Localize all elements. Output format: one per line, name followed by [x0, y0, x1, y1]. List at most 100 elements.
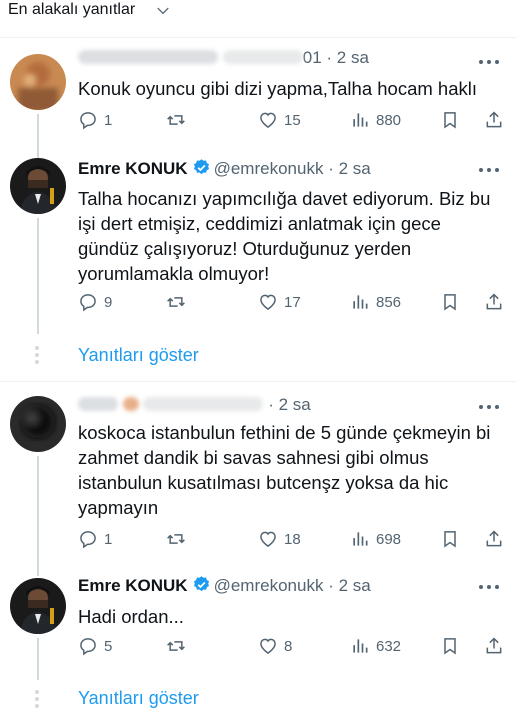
tweet-actions: 1 15 880 [78, 108, 508, 132]
more-icon[interactable] [479, 583, 501, 591]
bookmark-button[interactable] [440, 108, 460, 132]
view-count: 632 [376, 637, 402, 655]
reply-count: 1 [104, 530, 113, 548]
retweet-icon [167, 641, 185, 651]
view-count: 880 [376, 111, 402, 129]
tweet-meta: Emre KONUK @emrekonukk · 2 sa [78, 576, 371, 595]
tweet-time[interactable]: 2 sa [279, 395, 311, 414]
avatar-blurred[interactable] [10, 54, 66, 110]
tweet-time[interactable]: 2 sa [339, 576, 371, 595]
retweet-icon [167, 115, 185, 125]
reply-icon [80, 638, 96, 656]
share-button[interactable] [484, 108, 504, 132]
tweet-text: koskoca istanbulun fethini de 5 günde çe… [78, 422, 491, 518]
view-count: 698 [376, 530, 402, 548]
like-count: 8 [284, 637, 293, 655]
bookmark-button[interactable] [440, 527, 460, 551]
divider [0, 381, 517, 382]
thread-line [37, 456, 39, 576]
views-icon [353, 295, 368, 309]
blurred-author-name[interactable] [78, 397, 118, 411]
more-icon[interactable] [479, 403, 501, 411]
show-replies-link[interactable]: Yanıtları göster [78, 345, 199, 366]
retweet-button[interactable] [166, 527, 192, 551]
reply-icon [80, 294, 96, 312]
avatar-emre-konuk[interactable] [10, 158, 66, 214]
reply-button[interactable]: 1 [78, 108, 112, 132]
verified-badge-icon [193, 159, 209, 175]
thread-continuation-dots [35, 690, 39, 711]
sort-label[interactable]: En alakalı yanıtlar [8, 1, 135, 19]
views-button[interactable]: 856 [350, 290, 401, 314]
like-button[interactable]: 18 [258, 527, 301, 551]
view-count: 856 [376, 293, 402, 311]
more-icon[interactable] [479, 166, 501, 174]
share-icon [486, 293, 502, 310]
retweet-icon [167, 534, 185, 544]
tweet-actions: 1 18 698 [78, 527, 508, 551]
retweet-icon [167, 297, 185, 307]
bookmark-button[interactable] [440, 634, 460, 658]
views-icon [353, 532, 368, 546]
thread-line [37, 218, 39, 334]
like-icon [260, 638, 276, 654]
bookmark-button[interactable] [440, 290, 460, 314]
like-button[interactable]: 8 [258, 634, 292, 658]
share-icon [486, 530, 502, 547]
share-icon [486, 111, 502, 128]
blurred-author-name[interactable] [78, 50, 218, 64]
reply-count: 1 [104, 111, 113, 129]
reply-button[interactable]: 5 [78, 634, 112, 658]
views-button[interactable]: 880 [350, 108, 401, 132]
like-count: 15 [284, 111, 301, 129]
tweet-meta: 01 · 2 sa [78, 48, 369, 72]
author-name[interactable]: Emre KONUK [78, 159, 188, 178]
tweet-actions: 9 17 856 [78, 290, 508, 314]
author-handle[interactable]: @emrekonukk [214, 576, 324, 595]
blurred-author-handle[interactable] [143, 397, 264, 411]
blurred-emoji [122, 397, 139, 411]
reply-icon [80, 531, 96, 549]
reply-count: 5 [104, 637, 113, 655]
show-replies-link[interactable]: Yanıtları göster [78, 688, 199, 709]
share-button[interactable] [484, 290, 504, 314]
retweet-button[interactable] [166, 108, 192, 132]
bookmark-icon [444, 294, 456, 311]
blurred-author-handle[interactable] [222, 50, 303, 64]
like-icon [260, 531, 276, 547]
author-handle[interactable]: @emrekonukk [214, 159, 324, 178]
avatar-emre-konuk[interactable] [10, 578, 66, 634]
retweet-button[interactable] [166, 634, 192, 658]
bookmark-icon [444, 531, 456, 548]
like-icon [260, 294, 276, 310]
author-name[interactable]: Emre KONUK [78, 576, 188, 595]
thread-continuation-dots [35, 346, 39, 367]
views-button[interactable]: 632 [350, 634, 401, 658]
views-icon [353, 113, 368, 127]
chevron-down-icon[interactable] [156, 4, 170, 18]
tweet-text: Konuk oyuncu gibi dizi yapma,Talha hocam… [78, 78, 478, 99]
tweet-text: Talha hocanızı yapımcılığa davet ediyoru… [78, 188, 491, 284]
tweet-time[interactable]: 2 sa [337, 48, 369, 67]
more-icon[interactable] [479, 58, 501, 66]
bookmark-icon [444, 638, 456, 655]
tweet-meta: Emre KONUK @emrekonukk · 2 sa [78, 159, 371, 178]
tweet-time[interactable]: 2 sa [339, 159, 371, 178]
reply-button[interactable]: 1 [78, 527, 112, 551]
retweet-button[interactable] [166, 290, 192, 314]
like-count: 18 [284, 530, 301, 548]
share-button[interactable] [484, 634, 504, 658]
like-count: 17 [284, 293, 301, 311]
author-handle-suffix[interactable]: 01 [303, 48, 322, 67]
tweet-actions: 5 8 632 [78, 634, 508, 658]
avatar-blurred[interactable] [10, 396, 66, 452]
sort-bar[interactable]: En alakalı yanıtlar [0, 0, 517, 28]
like-button[interactable]: 17 [258, 290, 301, 314]
share-button[interactable] [484, 527, 504, 551]
views-button[interactable]: 698 [350, 527, 401, 551]
reply-button[interactable]: 9 [78, 290, 112, 314]
reply-icon [80, 112, 96, 130]
thread-line [37, 114, 39, 158]
views-icon [353, 639, 368, 653]
like-button[interactable]: 15 [258, 108, 301, 132]
